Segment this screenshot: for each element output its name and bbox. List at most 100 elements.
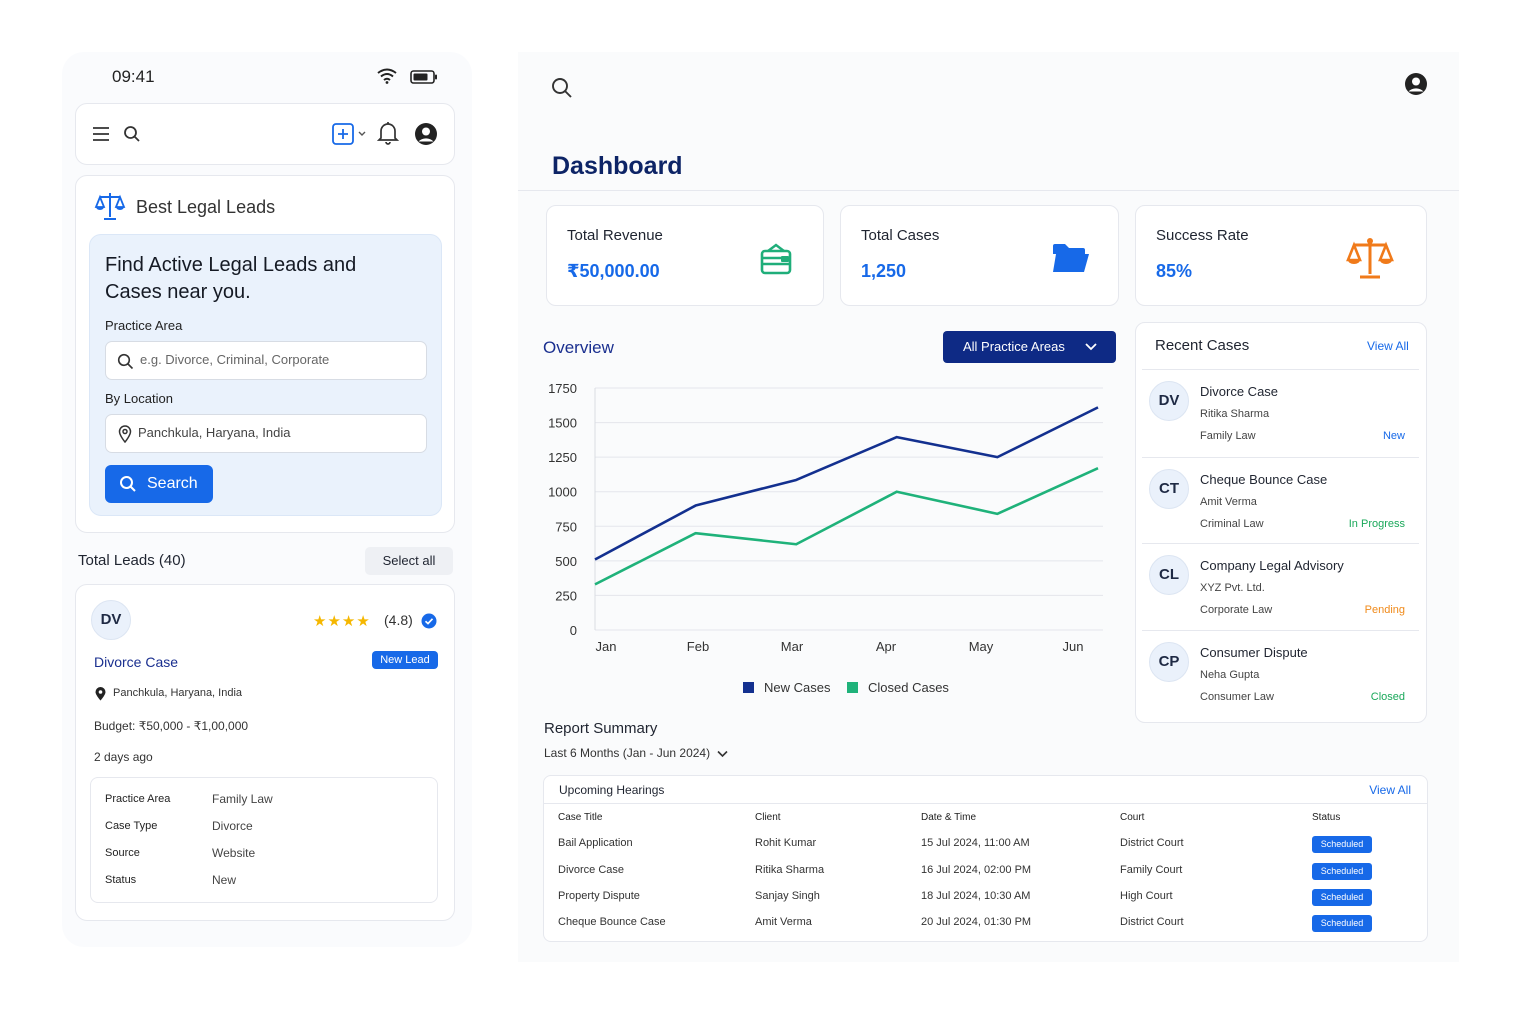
case-status: In Progress <box>1348 518 1405 530</box>
stat-label: Total Revenue <box>567 227 663 244</box>
detail-value: Website <box>212 846 256 860</box>
practice-area-label: Practice Area <box>105 318 183 333</box>
mobile-topbar <box>75 103 455 165</box>
search-button[interactable]: Search <box>105 465 213 503</box>
legend-label: New Cases <box>764 680 831 695</box>
case-avatar: DV <box>1149 381 1189 421</box>
report-summary-title: Report Summary <box>544 720 658 737</box>
case-area: Criminal Law <box>1200 518 1264 530</box>
column-header: Court <box>1120 812 1145 823</box>
star-rating-icons: ★★★★ <box>313 613 371 630</box>
hearings-title: Upcoming Hearings <box>559 783 665 797</box>
case-name: Cheque Bounce Case <box>1200 472 1328 487</box>
x-tick-label: Apr <box>876 639 897 654</box>
legend-swatch <box>847 682 858 693</box>
search-icon[interactable] <box>551 77 573 99</box>
hero-panel: Find Active Legal Leads and Cases near y… <box>89 234 442 516</box>
add-new-icon[interactable] <box>332 122 372 146</box>
y-tick-label: 1250 <box>548 450 577 465</box>
case-avatar: CT <box>1149 469 1189 509</box>
case-avatar: CP <box>1149 642 1189 682</box>
detail-key: Source <box>105 847 140 859</box>
recent-view-all-link[interactable]: View All <box>1367 339 1409 353</box>
chevron-down-icon <box>1085 343 1097 351</box>
recent-case-item[interactable]: CT Cheque Bounce Case Amit Verma Criminal L… <box>1142 457 1419 544</box>
menu-icon[interactable] <box>92 126 110 142</box>
x-tick-label: Mar <box>781 639 804 654</box>
divider <box>544 803 1427 804</box>
practice-area-input[interactable] <box>140 352 420 367</box>
table-cell: 16 Jul 2024, 02:00 PM <box>921 864 1032 876</box>
search-icon[interactable] <box>123 125 141 143</box>
recent-case-item[interactable]: CP Consumer Dispute Neha Gupta Consumer Law… <box>1142 630 1419 717</box>
case-area: Family Law <box>1200 430 1256 442</box>
detail-value: New <box>212 873 237 887</box>
practice-area-dropdown[interactable]: All Practice Areas <box>943 331 1116 363</box>
detail-value: Divorce <box>212 819 253 833</box>
x-tick-label: Jan <box>596 639 617 654</box>
detail-key: Practice Area <box>105 793 171 805</box>
y-tick-label: 0 <box>570 623 577 638</box>
verified-icon <box>421 613 437 629</box>
practice-area-field[interactable] <box>105 341 427 380</box>
mobile-screen: 09:41 Best Legal Leads Find Active Legal… <box>62 52 472 947</box>
status-badge: Scheduled <box>1312 836 1372 853</box>
location-pin-icon <box>95 687 106 701</box>
detail-key: Status <box>105 874 137 886</box>
column-header: Status <box>1312 812 1341 823</box>
wallet-icon <box>760 243 792 275</box>
y-tick-label: 500 <box>555 554 577 569</box>
case-area: Consumer Law <box>1200 691 1274 703</box>
report-range-label: Last 6 Months (Jan - Jun 2024) <box>544 746 711 760</box>
table-cell: 20 Jul 2024, 01:30 PM <box>921 916 1032 928</box>
search-icon <box>117 353 134 370</box>
table-cell: 15 Jul 2024, 11:00 AM <box>921 837 1030 849</box>
avatar-icon[interactable] <box>414 122 438 146</box>
lead-case-title[interactable]: Divorce Case <box>94 654 178 670</box>
recent-case-item[interactable]: DV Divorce Case Ritika Sharma Family Law New <box>1142 369 1419 456</box>
total-leads-title: Total Leads (40) <box>78 552 186 569</box>
stat-card-cases: Total Cases 1,250 <box>840 205 1119 306</box>
x-tick-label: Feb <box>687 639 709 654</box>
table-cell: District Court <box>1120 916 1184 928</box>
location-label: By Location <box>105 391 173 406</box>
column-header: Case Title <box>558 812 603 823</box>
table-cell: Property Dispute <box>558 890 640 902</box>
location-field[interactable] <box>105 414 427 453</box>
lead-posted: 2 days ago <box>94 750 153 764</box>
report-range-dropdown[interactable]: Last 6 Months (Jan - Jun 2024) <box>544 746 729 760</box>
recent-case-item[interactable]: CL Company Legal Advisory XYZ Pvt. Ltd. Cor… <box>1142 543 1419 630</box>
overview-title: Overview <box>543 338 614 357</box>
case-client: XYZ Pvt. Ltd. <box>1200 582 1265 594</box>
stat-label: Success Rate <box>1156 227 1249 244</box>
hearings-view-all-link[interactable]: View All <box>1369 783 1411 797</box>
case-status: Closed <box>1370 691 1405 703</box>
table-cell: Bail Application <box>558 837 633 849</box>
lead-budget: Budget: ₹50,000 - ₹1,00,000 <box>94 719 249 733</box>
stat-value: 1,250 <box>861 261 907 281</box>
case-avatar: CL <box>1149 555 1189 595</box>
detail-value: Family Law <box>212 792 273 806</box>
x-tick-label: Jun <box>1063 639 1084 654</box>
practice-area-dropdown-label: All Practice Areas <box>963 339 1065 354</box>
lead-location: Panchkula, Haryana, India <box>113 687 243 699</box>
y-tick-label: 250 <box>555 588 577 603</box>
table-cell: 18 Jul 2024, 10:30 AM <box>921 890 1031 902</box>
select-all-button[interactable]: Select all <box>365 547 453 575</box>
bell-icon[interactable] <box>377 121 399 145</box>
stat-label: Total Cases <box>861 227 940 244</box>
table-cell: Ritika Sharma <box>755 864 825 876</box>
scales-icon <box>1346 238 1394 279</box>
scales-icon <box>94 193 126 220</box>
column-header: Date & Time <box>921 812 977 823</box>
case-client: Amit Verma <box>1200 496 1257 508</box>
avatar-icon[interactable] <box>1404 72 1428 96</box>
case-client: Neha Gupta <box>1200 669 1260 681</box>
table-cell: Sanjay Singh <box>755 890 820 902</box>
lead-rating: (4.8) <box>384 612 413 628</box>
lead-avatar: DV <box>91 600 131 640</box>
lead-card[interactable]: DV ★★★★ (4.8) Divorce Case New Lead Panc… <box>75 584 455 921</box>
location-input[interactable] <box>138 425 418 440</box>
desktop-dashboard: Dashboard Total Revenue ₹50,000.00 Total… <box>518 52 1459 962</box>
case-status: Pending <box>1364 604 1405 616</box>
